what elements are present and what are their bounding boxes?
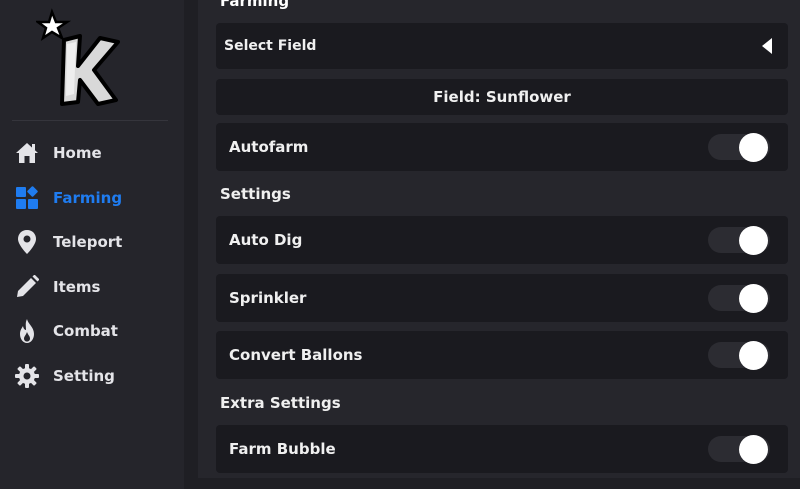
- gear-icon: [14, 363, 40, 389]
- autofarm-row: Autofarm: [216, 123, 788, 171]
- convert-ballons-label: Convert Ballons: [229, 346, 363, 364]
- sidebar-item-label: Items: [53, 278, 101, 296]
- sidebar-item-label: Setting: [53, 367, 115, 385]
- k-logo: [34, 8, 126, 108]
- sidebar-item-farming[interactable]: Farming: [0, 178, 184, 218]
- sprinkler-toggle[interactable]: [708, 284, 770, 313]
- home-icon: [14, 140, 40, 166]
- toggle-knob: [739, 133, 768, 162]
- sprinkler-label: Sprinkler: [229, 289, 307, 307]
- convert-ballons-row: Convert Ballons: [216, 331, 788, 379]
- convert-ballons-toggle[interactable]: [708, 341, 770, 370]
- auto-dig-label: Auto Dig: [229, 231, 303, 249]
- caret-left-icon[interactable]: [762, 38, 772, 54]
- sidebar: Home Farming Teleport Items Combat Setti…: [0, 0, 184, 489]
- sidebar-divider: [12, 120, 168, 121]
- toggle-knob: [739, 435, 768, 464]
- sidebar-item-label: Home: [53, 144, 102, 162]
- sidebar-item-label: Teleport: [53, 233, 123, 251]
- section-heading-settings: Settings: [220, 185, 291, 203]
- auto-dig-row: Auto Dig: [216, 216, 788, 264]
- sprinkler-row: Sprinkler: [216, 274, 788, 322]
- farm-bubble-label: Farm Bubble: [229, 440, 336, 458]
- section-heading-farming: Farming: [220, 0, 290, 10]
- location-pin-icon: [14, 229, 40, 255]
- toggle-knob: [739, 226, 768, 255]
- current-field-display: Field: Sunflower: [216, 79, 788, 115]
- current-field-text: Field: Sunflower: [433, 88, 571, 106]
- farm-bubble-toggle[interactable]: [708, 435, 770, 464]
- sidebar-item-setting[interactable]: Setting: [0, 356, 184, 396]
- toggle-knob: [739, 284, 768, 313]
- sidebar-item-home[interactable]: Home: [0, 133, 184, 173]
- sidebar-item-combat[interactable]: Combat: [0, 311, 184, 351]
- farming-icon: [14, 185, 40, 211]
- farm-bubble-row: Farm Bubble: [216, 425, 788, 473]
- pencil-icon: [14, 274, 40, 300]
- sidebar-item-label: Farming: [53, 189, 123, 207]
- auto-dig-toggle[interactable]: [708, 226, 770, 255]
- sidebar-item-label: Combat: [53, 322, 118, 340]
- select-field-label: Select Field: [224, 38, 317, 54]
- autofarm-toggle[interactable]: [708, 133, 770, 162]
- sidebar-item-teleport[interactable]: Teleport: [0, 222, 184, 262]
- flame-icon: [14, 318, 40, 344]
- autofarm-label: Autofarm: [229, 138, 309, 156]
- sidebar-item-items[interactable]: Items: [0, 267, 184, 307]
- section-heading-extra-settings: Extra Settings: [220, 394, 341, 412]
- select-field-dropdown[interactable]: Select Field: [216, 23, 788, 69]
- app-window: Home Farming Teleport Items Combat Setti…: [0, 0, 800, 489]
- toggle-knob: [739, 341, 768, 370]
